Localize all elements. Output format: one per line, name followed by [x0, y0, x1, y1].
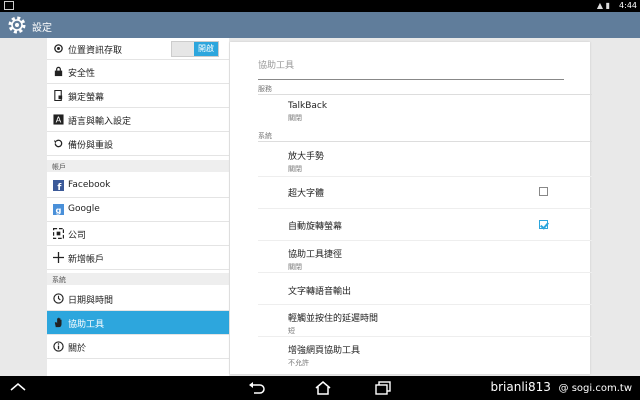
setting-summary: 關閉 [288, 263, 302, 271]
setting-title: 文字轉語音輸出 [288, 287, 352, 297]
watermark: brianli813 @ sogi.com.tw [490, 380, 632, 394]
setting-title: 放大手勢 [288, 152, 325, 162]
sidebar-item-accessibility[interactable]: 協助工具 [47, 311, 229, 335]
facebook-icon: f [53, 180, 64, 191]
phone-lock-icon [54, 90, 63, 101]
sidebar-item-label: 協助工具 [68, 320, 105, 330]
web-accessibility-setting[interactable]: 增強網頁協助工具 不允許 [288, 343, 568, 368]
page-title: 協助工具 [258, 61, 295, 71]
touch-hold-delay-setting[interactable]: 輕觸並按住的延遲時間 短 [288, 311, 568, 336]
app-bar: 設定 [0, 12, 640, 38]
sidebar-item-location[interactable]: 位置資訊存取 開啟 [47, 38, 229, 60]
setting-title: 超大字體 [288, 189, 325, 199]
system-section-header: 系統 [47, 273, 229, 285]
row-divider [258, 336, 592, 337]
large-text-checkbox[interactable] [539, 187, 548, 196]
screenshot-notification-icon [4, 1, 14, 10]
sidebar-item-google[interactable]: g Google [47, 198, 229, 222]
setting-title: TalkBack [288, 101, 328, 111]
sidebar-item-label: 新增帳戶 [68, 255, 105, 265]
system-section-header: 系統 [258, 132, 272, 140]
setting-title: 輕觸並按住的延遲時間 [288, 314, 379, 324]
svg-text:A: A [56, 115, 62, 125]
accessibility-shortcut-setting[interactable]: 協助工具捷徑 關閉 [288, 247, 568, 272]
section-divider [258, 141, 592, 142]
location-icon [54, 44, 63, 53]
accessibility-detail-pane: 協助工具 服務 TalkBack 關閉 系統 放大手勢 關閉 超大字體 自動旋轉… [230, 42, 592, 374]
watermark-site: @ sogi.com.tw [558, 383, 632, 394]
setting-summary: 短 [288, 327, 295, 335]
row-divider [258, 208, 592, 209]
svg-text:g: g [56, 205, 62, 215]
home-icon[interactable] [314, 381, 332, 395]
sidebar-item-label: 位置資訊存取 [68, 46, 123, 56]
plus-icon [53, 252, 64, 263]
talkback-setting[interactable]: TalkBack 關閉 [288, 101, 568, 123]
info-icon [53, 341, 64, 352]
hide-navbar-chevron-icon[interactable] [10, 382, 26, 392]
recent-apps-icon[interactable] [374, 381, 392, 395]
auto-rotate-checkbox[interactable] [539, 220, 548, 229]
sidebar-item-label: 備份與重設 [68, 141, 114, 151]
accounts-section-header: 帳戶 [47, 160, 229, 172]
sidebar-item-label: 語言與輸入設定 [68, 117, 132, 127]
clock: 4:44 [619, 1, 637, 10]
setting-title: 增強網頁協助工具 [288, 346, 361, 356]
app-title: 設定 [32, 23, 52, 34]
settings-list: 位置資訊存取 開啟 安全性 鎖定螢幕 A 語言與輸入設定 備份與重設 帳戶 f … [47, 38, 229, 376]
settings-gear-icon[interactable] [7, 15, 27, 35]
status-bar: ▲ ▮ 4:44 [0, 0, 640, 12]
google-icon: g [53, 204, 64, 215]
setting-summary: 關閉 [288, 165, 302, 173]
row-divider [258, 272, 592, 273]
sidebar-item-label: 公司 [68, 231, 87, 241]
sidebar-item-work[interactable]: 公司 [47, 222, 229, 246]
services-section-header: 服務 [258, 85, 272, 93]
sidebar-item-label: 安全性 [68, 69, 96, 79]
wifi-battery-icons: ▲ ▮ [596, 1, 610, 10]
section-divider [258, 94, 592, 95]
back-icon[interactable] [248, 381, 266, 395]
auto-rotate-setting[interactable]: 自動旋轉螢幕 [288, 219, 568, 232]
setting-title: 協助工具捷徑 [288, 250, 343, 260]
clock-icon [53, 293, 64, 304]
sidebar-item-label: 鎖定螢幕 [68, 93, 105, 103]
sidebar-item-label: Facebook [68, 180, 111, 190]
watermark-user: brianli813 [490, 380, 551, 394]
title-divider [258, 79, 564, 80]
sidebar-item-label: 日期與時間 [68, 296, 114, 306]
sidebar-item-backup[interactable]: 備份與重設 [47, 132, 229, 156]
toggle-off-side [172, 42, 194, 56]
setting-summary: 不允許 [288, 359, 309, 367]
sidebar-item-label: 關於 [68, 344, 87, 354]
lock-icon [54, 66, 63, 77]
keyboard-a-icon: A [53, 114, 64, 125]
setting-summary: 關閉 [288, 114, 302, 122]
large-text-setting[interactable]: 超大字體 [288, 186, 568, 199]
sidebar-item-about[interactable]: 關於 [47, 335, 229, 359]
sidebar-item-security[interactable]: 安全性 [47, 60, 229, 84]
restore-icon [53, 139, 63, 148]
row-divider [258, 304, 592, 305]
sidebar-item-lock-screen[interactable]: 鎖定螢幕 [47, 84, 229, 108]
sidebar-item-label: Google [68, 204, 100, 214]
work-icon [53, 228, 64, 239]
row-divider [258, 176, 592, 177]
sidebar-item-language[interactable]: A 語言與輸入設定 [47, 108, 229, 132]
toggle-on-label: 開啟 [194, 42, 218, 56]
setting-title: 自動旋轉螢幕 [288, 222, 343, 232]
location-toggle[interactable]: 開啟 [171, 41, 219, 57]
sidebar-item-facebook[interactable]: f Facebook [47, 174, 229, 198]
hand-icon [54, 317, 62, 328]
magnification-gestures-setting[interactable]: 放大手勢 關閉 [288, 149, 568, 174]
sidebar-item-date-time[interactable]: 日期與時間 [47, 287, 229, 311]
tts-output-setting[interactable]: 文字轉語音輸出 [288, 284, 568, 297]
row-divider [258, 240, 592, 241]
sidebar-item-add-account[interactable]: 新增帳戶 [47, 246, 229, 270]
